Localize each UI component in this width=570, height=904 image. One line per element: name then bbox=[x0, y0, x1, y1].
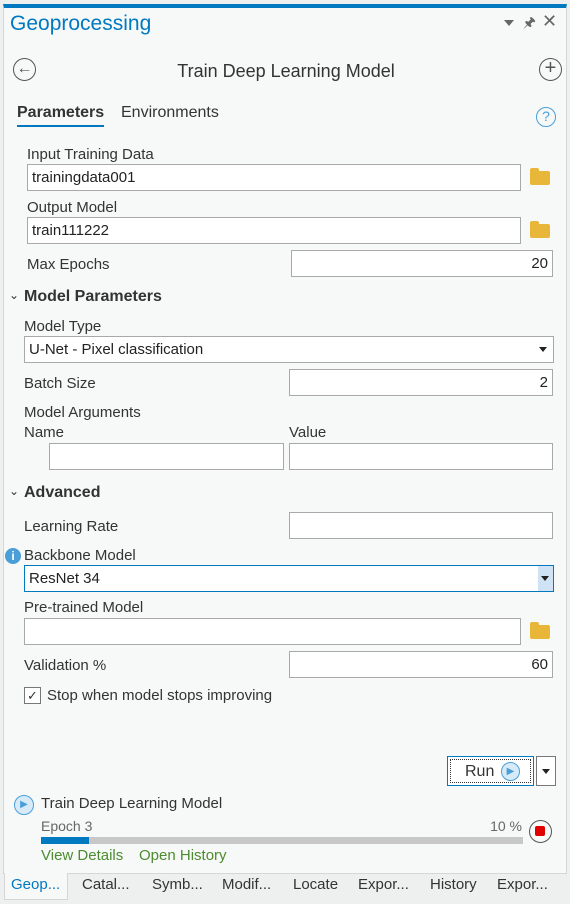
chevron-down-icon bbox=[541, 576, 549, 581]
bottom-tab[interactable]: Catal... bbox=[82, 876, 130, 893]
geoprocessing-pane: Geoprocessing 🖈 ✕ ← Train Deep Learning … bbox=[3, 4, 567, 874]
bottom-tab[interactable]: Geop... bbox=[11, 876, 60, 893]
pretrained-model-label: Pre-trained Model bbox=[24, 599, 144, 616]
folder-icon[interactable] bbox=[530, 221, 550, 238]
collapse-chevron-icon[interactable]: ⌄ bbox=[9, 484, 19, 498]
pretrained-model-field[interactable] bbox=[24, 618, 521, 645]
bottom-tab[interactable]: Expor... bbox=[497, 876, 548, 893]
max-epochs-label: Max Epochs bbox=[27, 256, 110, 273]
backbone-model-label: Backbone Model bbox=[24, 547, 136, 564]
collapse-chevron-icon[interactable]: ⌄ bbox=[9, 288, 19, 302]
name-column-header: Name bbox=[24, 424, 65, 441]
batch-size-label: Batch Size bbox=[24, 375, 96, 392]
bottom-tab[interactable]: Modif... bbox=[222, 876, 271, 893]
help-icon[interactable]: ? bbox=[536, 107, 556, 127]
progress-tool-name: Train Deep Learning Model bbox=[41, 795, 223, 812]
validation-label: Validation % bbox=[24, 657, 107, 674]
tab-environments[interactable]: Environments bbox=[121, 104, 219, 122]
backbone-model-value: ResNet 34 bbox=[29, 570, 100, 587]
bottom-tab[interactable]: Locate bbox=[293, 876, 338, 893]
stop-checkbox[interactable]: ✓ bbox=[24, 687, 41, 704]
output-model-field[interactable]: train111222 bbox=[27, 217, 521, 244]
advanced-header[interactable]: Advanced bbox=[24, 484, 100, 502]
chevron-down-icon bbox=[542, 769, 550, 774]
model-type-value: U-Net - Pixel classification bbox=[29, 341, 204, 358]
folder-icon[interactable] bbox=[530, 168, 550, 185]
stop-checkbox-label: Stop when model stops improving bbox=[47, 687, 273, 704]
run-options-dropdown[interactable] bbox=[536, 756, 556, 786]
model-arguments-label: Model Arguments bbox=[24, 404, 141, 421]
backbone-model-select[interactable]: ResNet 34 bbox=[24, 565, 554, 592]
progress-bar bbox=[41, 837, 523, 844]
argument-name-field[interactable] bbox=[49, 443, 284, 470]
run-button[interactable]: Run ▶ bbox=[447, 756, 534, 786]
chevron-down-icon bbox=[539, 347, 547, 352]
pane-title: Geoprocessing bbox=[10, 12, 152, 35]
validation-field[interactable]: 60 bbox=[289, 651, 553, 678]
pin-icon[interactable]: 🖈 bbox=[523, 12, 536, 36]
tool-title: Train Deep Learning Model bbox=[177, 61, 395, 81]
tab-parameters[interactable]: Parameters bbox=[17, 104, 105, 127]
run-label: Run bbox=[465, 763, 495, 780]
bottom-tab[interactable]: History bbox=[430, 876, 477, 893]
progress-fill bbox=[41, 837, 90, 844]
play-icon: ▶ bbox=[14, 795, 34, 815]
progress-percent: 10 % bbox=[490, 818, 522, 834]
stop-icon bbox=[535, 826, 545, 836]
output-model-label: Output Model bbox=[27, 199, 118, 216]
progress-status: Epoch 3 bbox=[41, 818, 93, 834]
model-type-label: Model Type bbox=[24, 318, 102, 335]
view-details-link[interactable]: View Details bbox=[41, 847, 123, 864]
add-icon[interactable]: + bbox=[539, 58, 562, 81]
max-epochs-field[interactable]: 20 bbox=[291, 250, 553, 277]
open-history-link[interactable]: Open History bbox=[139, 847, 227, 864]
info-icon[interactable]: i bbox=[5, 548, 21, 564]
options-dropdown-icon[interactable] bbox=[504, 20, 514, 26]
play-icon: ▶ bbox=[501, 762, 520, 781]
batch-size-field[interactable]: 2 bbox=[289, 369, 553, 396]
value-column-header: Value bbox=[289, 424, 327, 441]
input-training-data-label: Input Training Data bbox=[27, 146, 154, 163]
folder-icon[interactable] bbox=[530, 622, 550, 639]
bottom-tab[interactable]: Symb... bbox=[152, 876, 203, 893]
stop-button[interactable] bbox=[529, 820, 552, 843]
model-parameters-header[interactable]: Model Parameters bbox=[24, 288, 162, 306]
learning-rate-field[interactable] bbox=[289, 512, 553, 539]
close-icon[interactable]: ✕ bbox=[542, 11, 557, 32]
learning-rate-label: Learning Rate bbox=[24, 518, 119, 535]
model-type-select[interactable]: U-Net - Pixel classification bbox=[24, 336, 554, 363]
argument-value-field[interactable] bbox=[289, 443, 553, 470]
input-training-data-field[interactable]: trainingdata001 bbox=[27, 164, 521, 191]
bottom-tab[interactable]: Expor... bbox=[358, 876, 409, 893]
